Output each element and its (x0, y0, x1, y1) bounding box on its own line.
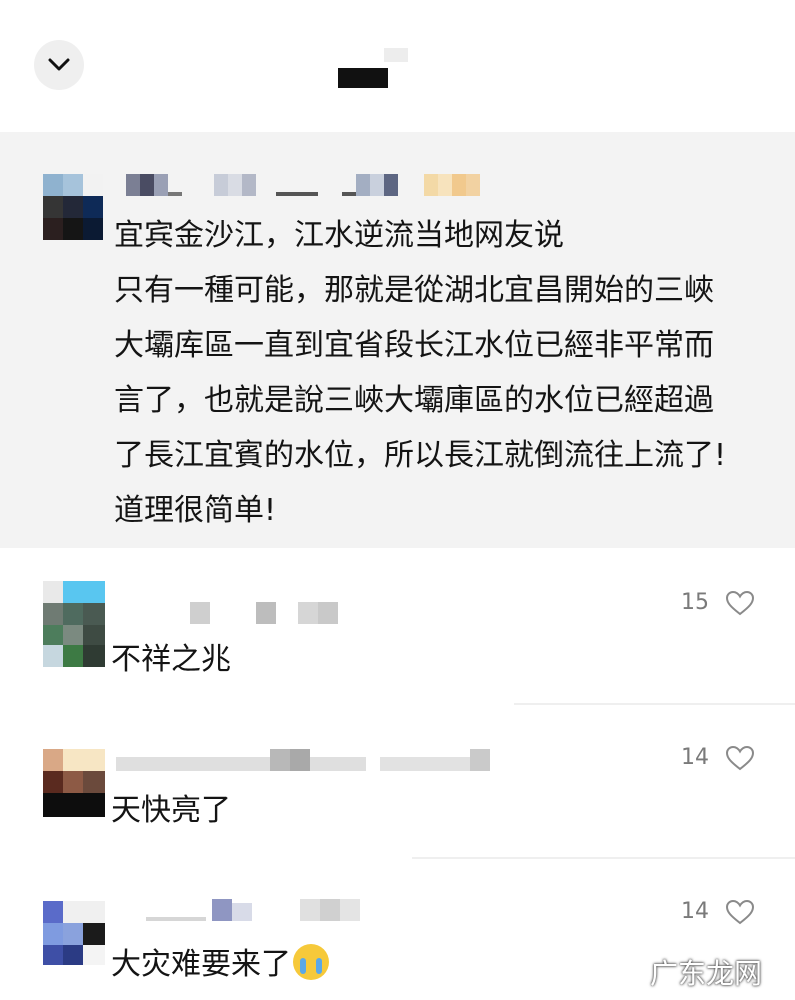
commenter-avatar[interactable] (43, 901, 105, 965)
post-line: 道理很简单! (114, 493, 277, 528)
commenter-avatar[interactable] (43, 749, 105, 817)
post-line: 大壩库區一直到宜省段长江水位已經非平常而 (114, 328, 714, 363)
post-line: 宜宾金沙江，江水逆流当地网友说 (114, 218, 564, 253)
like-count: 14 (681, 745, 709, 770)
original-post: 宜宾金沙江，江水逆流当地网友说 只有一種可能，那就是從湖北宜昌開始的三峽 大壩库… (0, 132, 795, 548)
comment-item: 天快亮了 14 (0, 705, 795, 857)
redacted-post-author-name[interactable] (118, 174, 498, 198)
post-line: 了長江宜賓的水位，所以長江就倒流往上流了! (114, 438, 727, 473)
redacted-title-fragment (384, 48, 408, 62)
watermark: 广东龙网 (650, 957, 763, 990)
top-bar (0, 0, 795, 132)
comment-text: 天快亮了 (111, 793, 231, 828)
comment-text: 大灾难要来了 (111, 939, 329, 983)
commenter-avatar[interactable] (43, 581, 105, 667)
heart-outline-icon[interactable] (725, 899, 755, 925)
like-count: 15 (681, 590, 709, 615)
redacted-title (338, 68, 388, 88)
post-line: 言了，也就是說三峽大壩庫區的水位已經超過 (114, 383, 714, 418)
redacted-commenter-name[interactable] (110, 749, 510, 775)
comment-item: 不祥之兆 15 (0, 548, 795, 703)
redacted-commenter-name[interactable] (110, 600, 510, 626)
collapse-button[interactable] (34, 40, 84, 90)
post-line: 只有一種可能，那就是從湖北宜昌開始的三峽 (114, 273, 714, 308)
heart-outline-icon[interactable] (725, 745, 755, 771)
post-content: 宜宾金沙江，江水逆流当地网友说 只有一種可能，那就是從湖北宜昌開始的三峽 大壩库… (114, 208, 784, 538)
heart-outline-icon[interactable] (725, 590, 755, 616)
post-author-avatar[interactable] (43, 174, 103, 240)
comment-text: 不祥之兆 (111, 642, 231, 677)
chevron-down-icon (48, 58, 70, 71)
crying-face-emoji (293, 944, 329, 980)
comment-text-label: 大灾难要来了 (111, 947, 291, 982)
like-count: 14 (681, 899, 709, 924)
redacted-commenter-name[interactable] (110, 899, 510, 925)
